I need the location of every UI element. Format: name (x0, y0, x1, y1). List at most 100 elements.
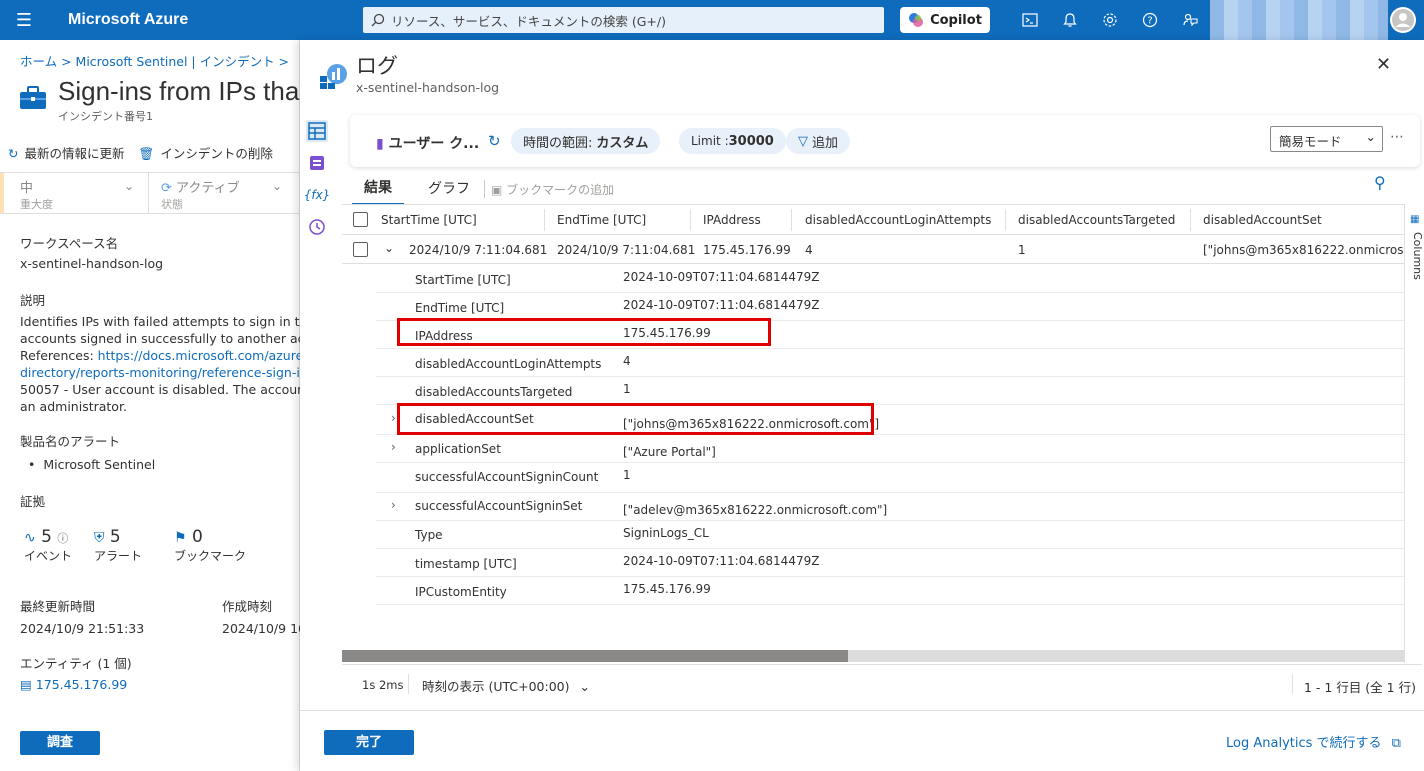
created-section: 作成時刻 2024/10/9 16 (222, 598, 300, 637)
add-bookmark-button[interactable]: ▣ ブックマークの追加 (491, 181, 614, 198)
bookmark-add-icon: ▣ (491, 182, 503, 197)
last-updated-section: 最終更新時間 2024/10/9 21:51:33 (20, 598, 210, 637)
time-display-dropdown[interactable]: 時刻の表示 (UTC+00:00) ⌄ (422, 676, 590, 695)
log-analytics-link[interactable]: Log Analytics で続行する ⧉ (1226, 732, 1401, 751)
time-range-value: カスタム (596, 135, 649, 151)
detail-row: IPCustomEntity 175.45.176.99 (376, 577, 1407, 605)
chevron-down-icon: ⌄ (579, 679, 590, 694)
close-icon[interactable]: ✕ (1376, 54, 1391, 75)
events-count: 5 (41, 527, 52, 547)
add-filter-pill[interactable]: ▽ 追加 (786, 128, 851, 154)
incident-briefcase-icon (20, 86, 46, 109)
alerts-metric[interactable]: ⛨ 5 アラート (94, 527, 142, 564)
scrollbar-thumb[interactable] (342, 650, 848, 662)
bookmarks-metric[interactable]: ⚑ 0 ブックマーク (174, 527, 246, 564)
severity-status-box: 中 重大度 ⌄ ⟳ アクティブ 状態 ⌄ (0, 172, 300, 214)
expand-chevron-icon[interactable]: › (391, 411, 396, 425)
column-header[interactable]: EndTime [UTC] (557, 213, 646, 227)
feedback-icon[interactable] (1170, 0, 1210, 40)
column-header[interactable]: disabledAccountLoginAttempts (805, 213, 991, 227)
mode-select[interactable]: 簡易モード ⌄ (1270, 126, 1383, 152)
column-header[interactable]: disabledAccountSet (1203, 213, 1322, 227)
functions-icon[interactable]: {fx} (304, 184, 331, 206)
results-tabs: 結果 グラフ ▣ ブックマークの追加 (352, 173, 614, 205)
avatar[interactable] (1390, 7, 1416, 33)
run-refresh-icon[interactable]: ↻ (488, 132, 501, 150)
breadcrumb[interactable]: ホーム > Microsoft Sentinel | インシデント > (20, 51, 289, 70)
table-row[interactable]: ⌄ 2024/10/9 7:11:04.681 2024/10/9 7:11:0… (342, 236, 1407, 264)
status-dropdown[interactable]: ⟳ アクティブ 状態 ⌄ (148, 173, 296, 213)
refresh-label: 最新の情報に更新 (24, 146, 125, 161)
severity-dropdown[interactable]: 中 重大度 ⌄ (0, 173, 148, 213)
search-placeholder: リソース、サービス、ドキュメントの検索 (G+/) (391, 13, 666, 29)
expand-chevron-icon[interactable]: › (391, 498, 396, 512)
help-question-icon[interactable]: ? (1130, 0, 1170, 40)
notifications-bell-icon[interactable] (1050, 0, 1090, 40)
status-label: 状態 (161, 198, 183, 211)
entity-ip-link[interactable]: 175.45.176.99 (36, 677, 127, 692)
cell-end-time: 2024/10/9 7:11:04.681 (557, 243, 696, 257)
query-name[interactable]: ▮ ユーザー ク... (376, 133, 479, 153)
shield-icon: ⛨ (94, 530, 105, 546)
description-refs: References: (20, 348, 98, 363)
search-box[interactable]: リソース、サービス、ドキュメントの検索 (G+/) (363, 7, 884, 33)
cell-start-time: 2024/10/9 7:11:04.681 (409, 243, 548, 257)
query-toolbar: ▮ ユーザー ク... ↻ 時間の範囲: カスタム Limit : 30000 … (350, 115, 1420, 167)
hamburger-menu-icon[interactable]: ☰ (0, 10, 48, 31)
limit-label: Limit : (691, 134, 729, 148)
done-button[interactable]: 完了 (324, 730, 414, 755)
copilot-label: Copilot (930, 12, 982, 28)
limit-pill[interactable]: Limit : 30000 (679, 128, 786, 154)
brand-title[interactable]: Microsoft Azure (68, 11, 363, 29)
cloud-shell-icon[interactable] (1010, 0, 1050, 40)
detail-row[interactable]: › successfulAccountSigninSet ["adelev@m365… (376, 493, 1407, 521)
queries-icon[interactable] (306, 152, 328, 174)
incident-details-pane: ホーム > Microsoft Sentinel | インシデント > Sign… (0, 40, 300, 771)
column-header[interactable]: StartTime [UTC] (381, 213, 477, 227)
events-label: イベント (24, 549, 73, 563)
ip-entity-icon: ▤ (20, 677, 32, 692)
time-range-pill[interactable]: 時間の範囲: カスタム (511, 128, 661, 154)
severity-label: 重大度 (20, 198, 53, 211)
expand-chevron-icon[interactable]: › (391, 440, 396, 454)
investigate-button[interactable]: 調査 (20, 731, 100, 755)
search-icon (371, 13, 385, 27)
select-all-checkbox[interactable] (353, 212, 368, 227)
alerts-count: 5 (109, 527, 121, 547)
reference-link-cont[interactable]: directory/reports-monitoring/reference-s… (20, 364, 300, 381)
detail-row[interactable]: › applicationSet ["Azure Portal"] (376, 435, 1407, 463)
columns-side-panel[interactable]: ▦ Columns (1404, 204, 1424, 663)
horizontal-scrollbar[interactable] (342, 650, 1404, 662)
refresh-button[interactable]: ↻ 最新の情報に更新 (8, 143, 125, 162)
history-icon[interactable] (306, 216, 328, 238)
chevron-down-icon: ⌄ (123, 179, 134, 193)
row-checkbox[interactable] (353, 242, 368, 257)
column-header[interactable]: disabledAccountsTargeted (1018, 213, 1175, 227)
settings-gear-icon[interactable] (1090, 0, 1130, 40)
account-info-blurred[interactable] (1210, 0, 1388, 40)
workspace-value: x-sentinel-handson-log (20, 256, 164, 271)
tab-chart[interactable]: グラフ (416, 174, 482, 204)
incident-number-label: インシデント番号1 (58, 110, 153, 123)
created-value: 2024/10/9 16 (222, 621, 300, 636)
grid-header: StartTime [UTC] EndTime [UTC] IPAddress … (342, 205, 1407, 235)
collapse-chevron-icon[interactable]: ⌄ (384, 241, 394, 255)
delete-incident-button[interactable]: 🗑 インシデントの削除 (139, 143, 273, 162)
tab-results[interactable]: 結果 (352, 173, 404, 205)
search-results-icon[interactable]: ⚲ (1374, 173, 1386, 192)
entities-section: エンティティ (1 個) ▤ 175.45.176.99 (20, 655, 310, 693)
column-header[interactable]: IPAddress (703, 213, 761, 227)
tables-icon[interactable] (306, 120, 328, 142)
product-section: 製品名のアラート • Microsoft Sentinel (20, 433, 310, 473)
description-text-1: Identifies IPs with failed attempts to s… (20, 314, 300, 329)
last-updated-value: 2024/10/9 21:51:33 (20, 621, 145, 636)
bookmarks-count: 0 (192, 527, 203, 547)
svg-text:?: ? (1147, 16, 1152, 27)
more-options-icon[interactable]: ⋯ (1390, 129, 1404, 145)
events-metric[interactable]: ∿ 5 ⓘ イベント (24, 527, 72, 564)
reference-link[interactable]: https://docs.microsoft.com/azure/act (98, 348, 300, 363)
copilot-button[interactable]: Copilot (900, 7, 990, 33)
chevron-down-icon: ⌄ (1365, 129, 1376, 144)
limit-value: 30000 (728, 133, 774, 149)
workspace-heading: ワークスペース名 (20, 236, 119, 251)
